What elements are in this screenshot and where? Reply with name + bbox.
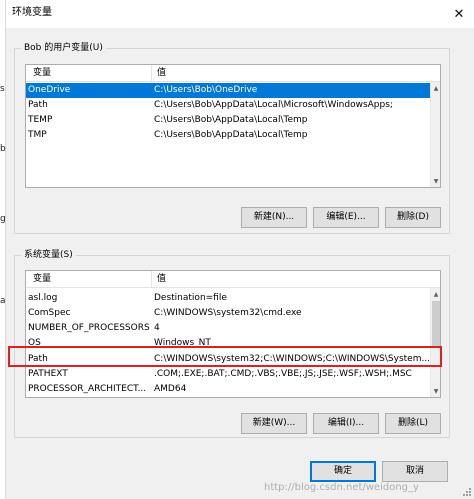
system-var-row-pathext[interactable]: PATHEXT .COM;.EXE;.BAT;.CMD;.VBS;.VBE;.J… bbox=[26, 367, 432, 382]
user-list-scrollbar[interactable]: ▲ ▼ bbox=[430, 82, 440, 187]
ok-button[interactable]: 确定 bbox=[310, 461, 376, 482]
column-header-variable[interactable]: 变量 bbox=[30, 271, 51, 288]
system-delete-button[interactable]: 删除(L) bbox=[385, 413, 441, 434]
variable-name: asl.log bbox=[28, 293, 58, 303]
user-var-row-temp[interactable]: TEMP C:\Users\Bob\AppData\Local\Temp bbox=[26, 113, 432, 128]
system-variables-header: 变量 值 bbox=[26, 271, 440, 288]
variable-value: .COM;.EXE;.BAT;.CMD;.VBS;.VBE;.JS;.JSE;.… bbox=[154, 369, 412, 379]
variable-name: OneDrive bbox=[28, 85, 71, 95]
system-variables-list[interactable]: 变量 值 asl.log Destination=file ComSpec C:… bbox=[25, 270, 441, 398]
user-new-button[interactable]: 新建(N)... bbox=[241, 207, 307, 228]
column-divider[interactable] bbox=[151, 271, 152, 288]
user-variables-header: 变量 值 bbox=[26, 65, 440, 82]
system-variables-group: 系统变量(S) 变量 值 asl.log Destination=file Co… bbox=[14, 249, 450, 438]
user-var-row-tmp[interactable]: TMP C:\Users\Bob\AppData\Local\Temp bbox=[26, 128, 432, 143]
user-variables-label: Bob 的用户变量(U) bbox=[21, 42, 106, 54]
chevron-up-icon[interactable]: ▲ bbox=[431, 82, 440, 94]
column-header-variable[interactable]: 变量 bbox=[30, 65, 51, 82]
variable-value: Windows_NT bbox=[154, 338, 211, 348]
system-var-row-processor-architecture[interactable]: PROCESSOR_ARCHITECT... AMD64 bbox=[26, 382, 432, 397]
user-edit-button[interactable]: 编辑(E)... bbox=[313, 207, 379, 228]
variable-value: Destination=file bbox=[154, 293, 227, 303]
column-header-value[interactable]: 值 bbox=[154, 65, 166, 82]
chevron-down-icon[interactable]: ▼ bbox=[431, 385, 440, 397]
system-var-row-comspec[interactable]: ComSpec C:\WINDOWS\system32\cmd.exe bbox=[26, 306, 432, 321]
variable-name: TEMP bbox=[28, 115, 53, 125]
column-header-value[interactable]: 值 bbox=[154, 271, 166, 288]
variable-name: OS bbox=[28, 338, 41, 348]
user-var-row-onedrive[interactable]: OneDrive C:\Users\Bob\OneDrive bbox=[26, 83, 432, 98]
user-var-row-path[interactable]: Path C:\Users\Bob\AppData\Local\Microsof… bbox=[26, 98, 432, 113]
variable-value: C:\Users\Bob\AppData\Local\Temp bbox=[154, 130, 308, 140]
variable-value: AMD64 bbox=[154, 384, 187, 394]
system-var-row-number-of-processors[interactable]: NUMBER_OF_PROCESSORS 4 bbox=[26, 321, 432, 336]
variable-value: C:\WINDOWS\system32\cmd.exe bbox=[154, 308, 302, 318]
user-delete-button[interactable]: 删除(D) bbox=[385, 207, 441, 228]
variable-value: 4 bbox=[154, 323, 160, 333]
system-list-scrollbar[interactable]: ▲ ▼ bbox=[430, 288, 440, 397]
variable-value: C:\Users\Bob\AppData\Local\Temp bbox=[154, 115, 308, 125]
title-bar[interactable]: 环境变量 ✕ bbox=[6, 0, 474, 28]
resize-grip-icon[interactable] bbox=[462, 487, 472, 497]
variable-name: Path bbox=[28, 100, 48, 110]
variable-name: PROCESSOR_ARCHITECT... bbox=[28, 384, 147, 394]
system-edit-button[interactable]: 编辑(I)... bbox=[313, 413, 379, 434]
column-divider[interactable] bbox=[151, 65, 152, 82]
chevron-up-icon[interactable]: ▲ bbox=[431, 288, 440, 300]
environment-variables-dialog: 环境变量 ✕ Bob 的用户变量(U) 变量 值 OneDrive C:\Use… bbox=[6, 0, 474, 499]
scrollbar-thumb[interactable] bbox=[432, 301, 440, 347]
variable-name: PATHEXT bbox=[28, 369, 68, 379]
system-var-row-os[interactable]: OS Windows_NT bbox=[26, 336, 432, 351]
user-variables-list[interactable]: 变量 值 OneDrive C:\Users\Bob\OneDrive Path… bbox=[25, 64, 441, 188]
dialog-title: 环境变量 bbox=[12, 7, 52, 18]
system-variables-label: 系统变量(S) bbox=[21, 249, 76, 261]
variable-name: Path bbox=[28, 354, 48, 364]
user-variables-group: Bob 的用户变量(U) 变量 值 OneDrive C:\Users\Bob\… bbox=[14, 42, 450, 234]
variable-name: TMP bbox=[28, 130, 47, 140]
cancel-button[interactable]: 取消 bbox=[382, 461, 448, 482]
close-icon: ✕ bbox=[453, 6, 465, 22]
close-button[interactable]: ✕ bbox=[444, 0, 474, 28]
system-var-row-asl-log[interactable]: asl.log Destination=file bbox=[26, 291, 432, 306]
chevron-down-icon[interactable]: ▼ bbox=[431, 175, 440, 187]
system-new-button[interactable]: 新建(W)... bbox=[241, 413, 307, 434]
variable-value: C:\Users\Bob\OneDrive bbox=[154, 85, 258, 95]
variable-name: ComSpec bbox=[28, 308, 71, 318]
variable-value: C:\WINDOWS\system32;C:\WINDOWS;C:\WINDOW… bbox=[154, 354, 430, 364]
system-var-row-path[interactable]: Path C:\WINDOWS\system32;C:\WINDOWS;C:\W… bbox=[26, 352, 432, 367]
watermark: http://blog.csdn.net/weidong_y bbox=[264, 482, 419, 493]
variable-value: C:\Users\Bob\AppData\Local\Microsoft\Win… bbox=[154, 100, 393, 110]
variable-name: NUMBER_OF_PROCESSORS bbox=[28, 323, 150, 333]
